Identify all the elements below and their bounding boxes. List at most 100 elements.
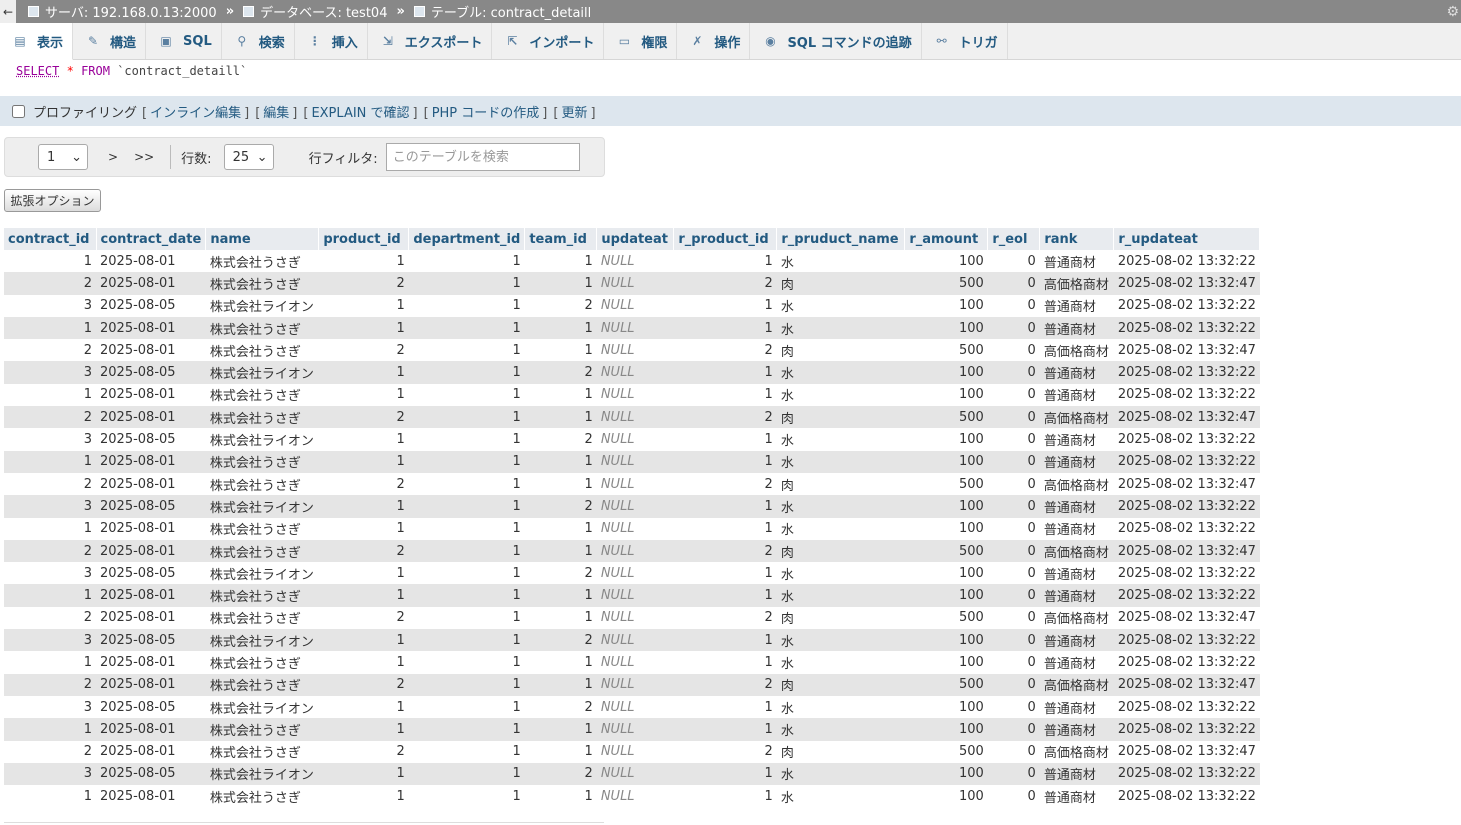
- table-row[interactable]: 1 2025-08-01 株式会社うさぎ 1 1 1 NULL 1 水 100 0 普通商材 2025-…: [4, 316, 1260, 340]
- table-row[interactable]: 1 2025-08-01 株式会社うさぎ 1 1 1 NULL 1 水 100 0 普通商材 2025-…: [4, 785, 1260, 808]
- tab-wrench[interactable]: ✗ 操作: [677, 23, 751, 59]
- table-row[interactable]: 2 2025-08-01 株式会社うさぎ 2 1 1 NULL 2 肉 500 0 高価格商材 2025…: [4, 740, 1260, 763]
- back-arrow-icon[interactable]: ←: [0, 0, 16, 23]
- cell-updateat: NULL: [596, 606, 674, 630]
- cell-name: 株式会社うさぎ: [205, 651, 319, 674]
- table-row[interactable]: 1 2025-08-01 株式会社うさぎ 1 1 1 NULL 1 水 100 0 普通商材 2025-…: [4, 450, 1260, 473]
- cell-contract_date: 2025-08-05: [96, 428, 206, 451]
- cell-rank: 普通商材: [1039, 584, 1114, 607]
- table-row[interactable]: 3 2025-08-05 株式会社ライオン 1 1 2 NULL 1 水 100 0 普通商材 2025…: [4, 361, 1260, 384]
- table-row[interactable]: 3 2025-08-05 株式会社ライオン 1 1 2 NULL 1 水 100 0 普通商材 2025…: [4, 294, 1260, 317]
- table-row[interactable]: 1 2025-08-01 株式会社うさぎ 1 1 1 NULL 1 水 100 0 普通商材 2025-…: [4, 250, 1260, 273]
- column-header-r_pruduct_name[interactable]: r_pruduct_name: [776, 228, 906, 250]
- chevron-down-icon: ⌄: [256, 149, 268, 165]
- table-row[interactable]: 3 2025-08-05 株式会社ライオン 1 1 2 NULL 1 水 100 0 普通商材 2025…: [4, 495, 1260, 518]
- column-header-product_id[interactable]: product_id: [318, 228, 410, 250]
- column-header-r_updateat[interactable]: r_updateat: [1113, 228, 1261, 250]
- sql-select-keyword[interactable]: SELECT: [16, 64, 59, 78]
- table-row[interactable]: 1 2025-08-01 株式会社うさぎ 1 1 1 NULL 1 水 100 0 普通商材 2025-…: [4, 383, 1260, 407]
- tab-insert[interactable]: ⋮ 挿入: [295, 23, 368, 59]
- table-row[interactable]: 2 2025-08-01 株式会社うさぎ 2 1 1 NULL 2 肉 500 0 高価格商材 2025…: [4, 406, 1260, 429]
- cell-r_product_id: 1: [673, 651, 777, 674]
- cell-department_id: 1: [408, 562, 525, 585]
- table-row[interactable]: 1 2025-08-01 株式会社うさぎ 1 1 1 NULL 1 水 100 0 普通商材 2025-…: [4, 718, 1260, 741]
- query-link-0[interactable]: インライン編集: [150, 106, 241, 121]
- tab-browse[interactable]: ▤ 表示: [0, 23, 74, 60]
- tab-export[interactable]: ⇲ エクスポート: [368, 23, 493, 59]
- cell-product_id: 1: [318, 695, 409, 719]
- gear-icon[interactable]: ⚙: [1446, 4, 1459, 20]
- table-row[interactable]: 3 2025-08-05 株式会社ライオン 1 1 2 NULL 1 水 100 0 普通商材 2025…: [4, 762, 1260, 786]
- cell-r_product_id: 1: [673, 584, 777, 607]
- profiling-checkbox[interactable]: [12, 104, 25, 118]
- column-header-team_id[interactable]: team_id: [524, 228, 598, 250]
- next-page-button[interactable]: >: [108, 150, 118, 164]
- cell-r_updateat: 2025-08-02 13:32:47: [1113, 472, 1260, 496]
- table-row[interactable]: 2 2025-08-01 株式会社うさぎ 2 1 1 NULL 2 肉 500 0 高価格商材 2025…: [4, 472, 1260, 496]
- bracket: ]: [244, 105, 250, 121]
- table-row[interactable]: 3 2025-08-05 株式会社ライオン 1 1 2 NULL 1 水 100 0 普通商材 2025…: [4, 695, 1260, 719]
- tab-sql[interactable]: ▣ SQL: [146, 23, 222, 59]
- tab-import[interactable]: ⇱ インポート: [492, 23, 605, 59]
- bracket: ]: [412, 105, 418, 121]
- column-header-rank[interactable]: rank: [1039, 228, 1115, 250]
- table-row[interactable]: 3 2025-08-05 株式会社ライオン 1 1 2 NULL 1 水 100 0 普通商材 2025…: [4, 562, 1260, 585]
- cell-r_amount: 100: [904, 785, 988, 808]
- table-row[interactable]: 2 2025-08-01 株式会社うさぎ 2 1 1 NULL 2 肉 500 0 高価格商材 2025…: [4, 539, 1260, 563]
- tab-eye[interactable]: ◉ SQL コマンドの追跡: [750, 23, 922, 59]
- structure-icon: ✎: [87, 34, 99, 48]
- table-row[interactable]: 2 2025-08-01 株式会社うさぎ 2 1 1 NULL 2 肉 500 0 高価格商材 2025…: [4, 606, 1260, 630]
- table-row[interactable]: 2 2025-08-01 株式会社うさぎ 2 1 1 NULL 2 肉 500 0 高価格商材 2025…: [4, 339, 1260, 362]
- table-row[interactable]: 1 2025-08-01 株式会社うさぎ 1 1 1 NULL 1 水 100 0 普通商材 2025-…: [4, 651, 1260, 674]
- cell-contract_date: 2025-08-05: [96, 562, 206, 585]
- breadcrumb-server[interactable]: サーバ: 192.168.0.13:2000: [28, 2, 217, 21]
- row-filter-input[interactable]: [385, 143, 580, 171]
- cell-r_amount: 100: [904, 695, 988, 719]
- cell-rank: 普通商材: [1039, 428, 1114, 451]
- cell-contract_id: 1: [4, 316, 96, 340]
- cell-contract_date: 2025-08-01: [96, 539, 206, 563]
- column-header-contract_id[interactable]: contract_id: [4, 228, 97, 250]
- cell-contract_id: 3: [4, 629, 96, 652]
- page-select[interactable]: 1 ⌄: [38, 144, 88, 170]
- column-header-updateat[interactable]: updateat: [596, 228, 675, 250]
- column-header-r_eol[interactable]: r_eol: [987, 228, 1041, 250]
- sql-table-name: `contract_detaill`: [117, 64, 248, 78]
- query-link-1[interactable]: 編集: [263, 106, 289, 121]
- tab-privileges[interactable]: ▭ 権限: [604, 23, 678, 59]
- extended-options-button[interactable]: 拡張オプション: [4, 189, 101, 212]
- table-row[interactable]: 1 2025-08-01 株式会社うさぎ 1 1 1 NULL 1 水 100 0 普通商材 2025-…: [4, 584, 1260, 607]
- table-row[interactable]: 3 2025-08-05 株式会社ライオン 1 1 2 NULL 1 水 100 0 普通商材 2025…: [4, 629, 1260, 652]
- table-row[interactable]: 1 2025-08-01 株式会社うさぎ 1 1 1 NULL 1 水 100 0 普通商材 2025-…: [4, 517, 1260, 540]
- column-header-r_product_id[interactable]: r_product_id: [673, 228, 778, 250]
- cell-r_product_id: 1: [673, 383, 777, 407]
- table-row[interactable]: 2 2025-08-01 株式会社うさぎ 2 1 1 NULL 2 肉 500 0 高価格商材 2025…: [4, 673, 1260, 696]
- breadcrumb-table[interactable]: テーブル: contract_detaill: [413, 2, 591, 21]
- rows-select[interactable]: 25 ⌄: [223, 144, 274, 170]
- breadcrumb-database[interactable]: データベース: test04: [243, 2, 387, 21]
- column-header-contract_date[interactable]: contract_date: [96, 228, 207, 250]
- cell-rank: 普通商材: [1039, 383, 1114, 407]
- cell-r_updateat: 2025-08-02 13:32:22: [1113, 629, 1260, 652]
- cell-r_pruduct_name: 水: [776, 762, 905, 786]
- query-link-2[interactable]: EXPLAIN で確認: [311, 106, 409, 121]
- cell-department_id: 1: [408, 406, 525, 429]
- column-header-department_id[interactable]: department_id: [408, 228, 526, 250]
- cell-name: 株式会社うさぎ: [205, 316, 319, 340]
- query-link-4[interactable]: 更新: [561, 106, 587, 121]
- tab-structure[interactable]: ✎ 構造: [73, 23, 147, 59]
- cell-contract_date: 2025-08-01: [96, 673, 206, 696]
- table-row[interactable]: 3 2025-08-05 株式会社ライオン 1 1 2 NULL 1 水 100 0 普通商材 2025…: [4, 428, 1260, 451]
- column-header-r_amount[interactable]: r_amount: [904, 228, 989, 250]
- last-page-button[interactable]: >>: [134, 150, 154, 164]
- tab-triggers[interactable]: ⚯ トリガ: [922, 23, 1008, 59]
- profiling-label: プロファイリング: [33, 105, 138, 121]
- cell-department_id: 1: [408, 584, 525, 607]
- sql-query: SELECT * FROM `contract_detaill`: [16, 64, 247, 78]
- column-header-name[interactable]: name: [205, 228, 320, 250]
- cell-r_eol: 0: [987, 517, 1040, 540]
- table-row[interactable]: 2 2025-08-01 株式会社うさぎ 2 1 1 NULL 2 肉 500 0 高価格商材 2025…: [4, 272, 1260, 295]
- cell-department_id: 1: [408, 272, 525, 295]
- tab-search[interactable]: ⚲ 検索: [222, 23, 295, 59]
- query-link-3[interactable]: PHP コードの作成: [432, 106, 540, 121]
